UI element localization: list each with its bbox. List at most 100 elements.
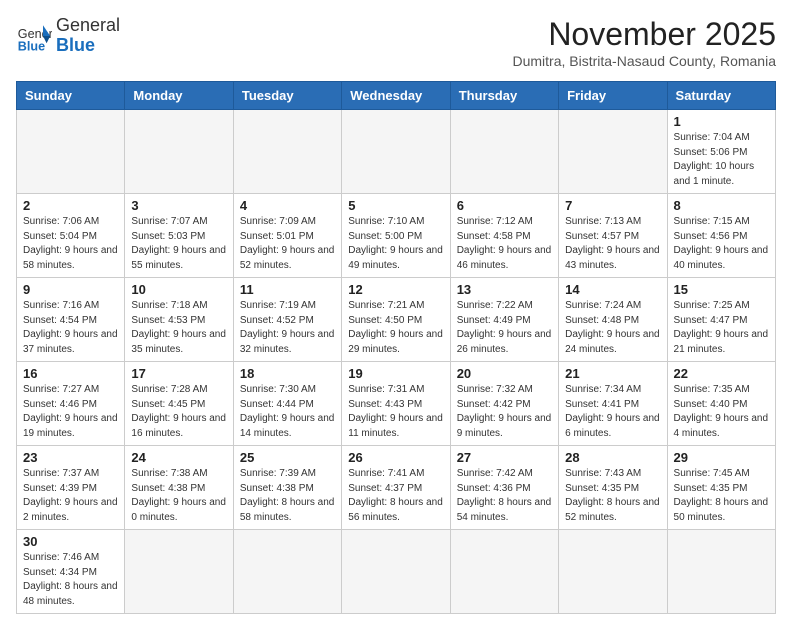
- calendar-cell: [559, 530, 667, 614]
- calendar-week-row: 16 Sunrise: 7:27 AM Sunset: 4:46 PM Dayli…: [17, 362, 776, 446]
- logo-blue: Blue: [56, 36, 120, 56]
- day-info: Sunrise: 7:18 AM Sunset: 4:53 PM Dayligh…: [131, 299, 226, 357]
- day-info: Sunrise: 7:12 AM Sunset: 4:58 PM Dayligh…: [457, 215, 552, 273]
- calendar-cell: 22Sunrise: 7:35 AM Sunset: 4:40 PM Dayli…: [667, 362, 775, 446]
- calendar-cell: 4Sunrise: 7:09 AM Sunset: 5:01 PM Daylig…: [233, 194, 341, 278]
- day-number: 27: [457, 450, 552, 465]
- calendar-cell: 15Sunrise: 7:25 AM Sunset: 4:47 PM Dayli…: [667, 278, 775, 362]
- day-info: Sunrise: 7:41 AM Sunset: 4:37 PM Dayligh…: [348, 467, 443, 525]
- day-number: 11: [240, 282, 335, 297]
- calendar-cell: 3 Sunrise: 7:07 AM Sunset: 5:03 PM Daylig…: [125, 194, 233, 278]
- calendar-cell: 27Sunrise: 7:42 AM Sunset: 4:36 PM Dayli…: [450, 446, 558, 530]
- calendar-title: November 2025: [512, 16, 776, 53]
- day-info: Sunrise: 7:25 AM Sunset: 4:47 PM Dayligh…: [674, 299, 769, 357]
- calendar-cell: 28Sunrise: 7:43 AM Sunset: 4:35 PM Dayli…: [559, 446, 667, 530]
- day-info: Sunrise: 7:07 AM Sunset: 5:03 PM Dayligh…: [131, 215, 226, 273]
- day-number: 29: [674, 450, 769, 465]
- day-info: Sunrise: 7:34 AM Sunset: 4:41 PM Dayligh…: [565, 383, 660, 441]
- logo-icon: General Blue: [16, 18, 52, 54]
- day-info: Sunrise: 7:06 AM Sunset: 5:04 PM Dayligh…: [23, 215, 118, 273]
- calendar-cell: [233, 530, 341, 614]
- calendar-cell: 12Sunrise: 7:21 AM Sunset: 4:50 PM Dayli…: [342, 278, 450, 362]
- day-number: 26: [348, 450, 443, 465]
- weekday-header-tuesday: Tuesday: [233, 82, 341, 110]
- calendar-week-row: 23Sunrise: 7:37 AM Sunset: 4:39 PM Dayli…: [17, 446, 776, 530]
- calendar-cell: 26 Sunrise: 7:41 AM Sunset: 4:37 PM Dayli…: [342, 446, 450, 530]
- logo: General Blue General Blue: [16, 16, 120, 56]
- day-number: 20: [457, 366, 552, 381]
- calendar-cell: 7Sunrise: 7:13 AM Sunset: 4:57 PM Daylig…: [559, 194, 667, 278]
- svg-text:Blue: Blue: [18, 39, 45, 53]
- day-info: Sunrise: 7:31 AM Sunset: 4:43 PM Dayligh…: [348, 383, 443, 441]
- weekday-header-friday: Friday: [559, 82, 667, 110]
- day-number: 19: [348, 366, 443, 381]
- calendar-cell: 13Sunrise: 7:22 AM Sunset: 4:49 PM Dayli…: [450, 278, 558, 362]
- calendar-week-row: 9 Sunrise: 7:16 AM Sunset: 4:54 PM Daylig…: [17, 278, 776, 362]
- calendar-cell: 20 Sunrise: 7:32 AM Sunset: 4:42 PM Dayli…: [450, 362, 558, 446]
- calendar-cell: 1 Sunrise: 7:04 AM Sunset: 5:06 PM Daylig…: [667, 110, 775, 194]
- day-info: Sunrise: 7:38 AM Sunset: 4:38 PM Dayligh…: [131, 467, 226, 525]
- calendar-cell: 16 Sunrise: 7:27 AM Sunset: 4:46 PM Dayli…: [17, 362, 125, 446]
- calendar-cell: [450, 110, 558, 194]
- day-info: Sunrise: 7:28 AM Sunset: 4:45 PM Dayligh…: [131, 383, 226, 441]
- calendar-subtitle: Dumitra, Bistrita-Nasaud County, Romania: [512, 53, 776, 69]
- day-info: Sunrise: 7:37 AM Sunset: 4:39 PM Dayligh…: [23, 467, 118, 525]
- day-number: 30: [23, 534, 118, 549]
- calendar-week-row: 1 Sunrise: 7:04 AM Sunset: 5:06 PM Daylig…: [17, 110, 776, 194]
- day-info: Sunrise: 7:32 AM Sunset: 4:42 PM Dayligh…: [457, 383, 552, 441]
- weekday-header-row: SundayMondayTuesdayWednesdayThursdayFrid…: [17, 82, 776, 110]
- day-info: Sunrise: 7:24 AM Sunset: 4:48 PM Dayligh…: [565, 299, 660, 357]
- calendar-cell: 10 Sunrise: 7:18 AM Sunset: 4:53 PM Dayli…: [125, 278, 233, 362]
- day-number: 16: [23, 366, 118, 381]
- day-info: Sunrise: 7:45 AM Sunset: 4:35 PM Dayligh…: [674, 467, 769, 525]
- calendar-cell: 8Sunrise: 7:15 AM Sunset: 4:56 PM Daylig…: [667, 194, 775, 278]
- calendar-cell: 11Sunrise: 7:19 AM Sunset: 4:52 PM Dayli…: [233, 278, 341, 362]
- day-info: Sunrise: 7:13 AM Sunset: 4:57 PM Dayligh…: [565, 215, 660, 273]
- calendar-cell: [125, 110, 233, 194]
- day-number: 5: [348, 198, 443, 213]
- day-number: 24: [131, 450, 226, 465]
- day-number: 13: [457, 282, 552, 297]
- calendar-cell: 5 Sunrise: 7:10 AM Sunset: 5:00 PM Daylig…: [342, 194, 450, 278]
- day-info: Sunrise: 7:30 AM Sunset: 4:44 PM Dayligh…: [240, 383, 335, 441]
- day-info: Sunrise: 7:09 AM Sunset: 5:01 PM Dayligh…: [240, 215, 335, 273]
- calendar-cell: 14 Sunrise: 7:24 AM Sunset: 4:48 PM Dayli…: [559, 278, 667, 362]
- logo-general: General: [56, 16, 120, 36]
- calendar-cell: [17, 110, 125, 194]
- calendar-cell: 25Sunrise: 7:39 AM Sunset: 4:38 PM Dayli…: [233, 446, 341, 530]
- calendar-cell: 23Sunrise: 7:37 AM Sunset: 4:39 PM Dayli…: [17, 446, 125, 530]
- calendar-cell: [342, 110, 450, 194]
- calendar-cell: 9 Sunrise: 7:16 AM Sunset: 4:54 PM Daylig…: [17, 278, 125, 362]
- day-info: Sunrise: 7:27 AM Sunset: 4:46 PM Dayligh…: [23, 383, 118, 441]
- day-number: 9: [23, 282, 118, 297]
- day-info: Sunrise: 7:21 AM Sunset: 4:50 PM Dayligh…: [348, 299, 443, 357]
- day-number: 18: [240, 366, 335, 381]
- day-info: Sunrise: 7:46 AM Sunset: 4:34 PM Dayligh…: [23, 551, 118, 609]
- day-number: 25: [240, 450, 335, 465]
- calendar-cell: 17 Sunrise: 7:28 AM Sunset: 4:45 PM Dayli…: [125, 362, 233, 446]
- day-info: Sunrise: 7:10 AM Sunset: 5:00 PM Dayligh…: [348, 215, 443, 273]
- day-info: Sunrise: 7:16 AM Sunset: 4:54 PM Dayligh…: [23, 299, 118, 357]
- calendar-cell: 29 Sunrise: 7:45 AM Sunset: 4:35 PM Dayli…: [667, 446, 775, 530]
- day-number: 14: [565, 282, 660, 297]
- day-number: 2: [23, 198, 118, 213]
- day-number: 1: [674, 114, 769, 129]
- day-number: 3: [131, 198, 226, 213]
- calendar-table: SundayMondayTuesdayWednesdayThursdayFrid…: [16, 81, 776, 614]
- header: General Blue General Blue November 2025 …: [16, 16, 776, 69]
- calendar-week-row: 2 Sunrise: 7:06 AM Sunset: 5:04 PM Daylig…: [17, 194, 776, 278]
- weekday-header-monday: Monday: [125, 82, 233, 110]
- calendar-cell: [342, 530, 450, 614]
- calendar-cell: 18 Sunrise: 7:30 AM Sunset: 4:44 PM Dayli…: [233, 362, 341, 446]
- calendar-cell: [450, 530, 558, 614]
- calendar-cell: 19 Sunrise: 7:31 AM Sunset: 4:43 PM Dayli…: [342, 362, 450, 446]
- day-number: 21: [565, 366, 660, 381]
- calendar-cell: [667, 530, 775, 614]
- calendar-cell: [125, 530, 233, 614]
- day-number: 6: [457, 198, 552, 213]
- day-info: Sunrise: 7:43 AM Sunset: 4:35 PM Dayligh…: [565, 467, 660, 525]
- weekday-header-thursday: Thursday: [450, 82, 558, 110]
- day-number: 10: [131, 282, 226, 297]
- day-info: Sunrise: 7:04 AM Sunset: 5:06 PM Dayligh…: [674, 131, 769, 189]
- day-number: 17: [131, 366, 226, 381]
